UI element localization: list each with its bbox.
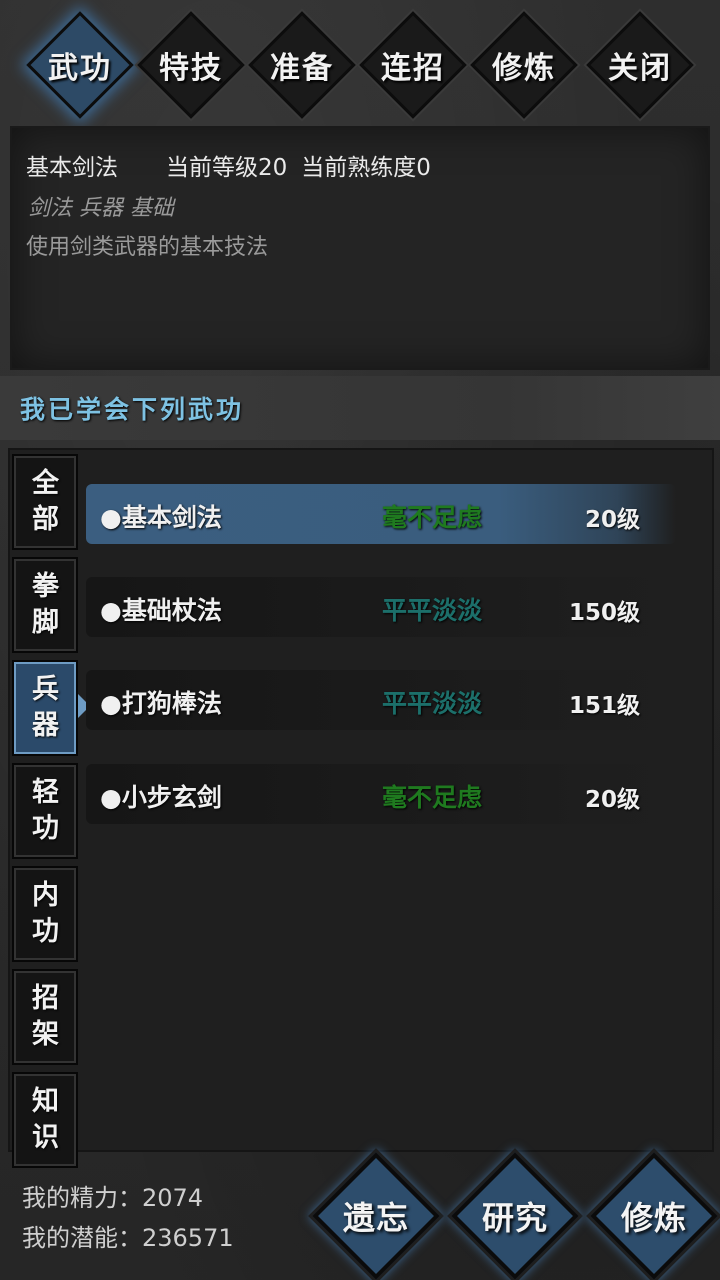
category-label: 内功 xyxy=(32,880,59,947)
button-label: 遗忘 xyxy=(342,1199,409,1237)
skill-rank: 毫不足虑 xyxy=(382,503,483,532)
category-label: 兵器 xyxy=(32,674,59,741)
category-all[interactable]: 全部 xyxy=(12,454,78,550)
skill-name: ●小步玄剑 xyxy=(100,783,222,812)
tab-label: 连招 xyxy=(381,51,445,86)
skill-row[interactable]: ●打狗棒法 平平淡淡 151级 xyxy=(86,670,676,730)
skill-info-level: 当前等级20 xyxy=(166,155,288,181)
skill-row[interactable]: ●基础杖法 平平淡淡 150级 xyxy=(86,577,676,637)
category-zhaojia[interactable]: 招架 xyxy=(12,969,78,1065)
skill-info-tags: 剑法 兵器 基础 xyxy=(28,196,174,221)
category-label: 全部 xyxy=(32,468,59,535)
tab-xiulian[interactable]: 修炼 xyxy=(470,11,578,119)
skill-info-description: 使用剑类武器的基本技法 xyxy=(26,235,269,260)
player-stats: 我的精力：2074 我的潜能：236571 xyxy=(22,1178,234,1258)
skill-list-panel: 全部 拳脚 兵器 轻功 内功 招架 知识 ●基本剑法 毫不足虑 20级 ●基础杖… xyxy=(8,448,714,1168)
category-label: 拳脚 xyxy=(32,571,59,638)
research-button[interactable]: 研究 xyxy=(451,1152,579,1280)
skill-name: ●基础杖法 xyxy=(100,596,222,625)
learned-header-bar: 我已学会下列武功 xyxy=(0,376,720,440)
skill-level: 20级 xyxy=(584,787,640,813)
category-label: 轻功 xyxy=(32,777,59,844)
energy-stat: 我的精力：2074 xyxy=(22,1184,204,1212)
tab-lianzhao[interactable]: 连招 xyxy=(359,11,467,119)
tab-teji[interactable]: 特技 xyxy=(137,11,245,119)
skill-name: ●基本剑法 xyxy=(100,503,222,532)
skill-level: 150级 xyxy=(568,600,640,626)
category-neigong[interactable]: 内功 xyxy=(12,866,78,962)
category-bingqi[interactable]: 兵器 xyxy=(12,660,90,756)
skill-info-header: 基本剑法 当前等级20 当前熟练度0 xyxy=(26,148,479,182)
skill-rank: 毫不足虑 xyxy=(382,783,483,812)
train-button[interactable]: 修炼 xyxy=(590,1152,718,1280)
skill-info-proficiency: 当前熟练度0 xyxy=(301,155,431,181)
category-label: 知识 xyxy=(32,1086,59,1153)
tab-label: 武功 xyxy=(48,51,112,86)
tab-label: 修炼 xyxy=(492,51,556,86)
skill-level: 151级 xyxy=(568,693,640,719)
category-qinggong[interactable]: 轻功 xyxy=(12,763,78,859)
tab-label: 准备 xyxy=(270,51,334,86)
category-zhishi[interactable]: 知识 xyxy=(12,1072,78,1168)
category-column: 全部 拳脚 兵器 轻功 内功 招架 知识 xyxy=(12,454,90,1175)
skill-row[interactable]: ●小步玄剑 毫不足虑 20级 xyxy=(86,764,676,824)
skill-level: 20级 xyxy=(584,507,640,533)
top-tab-bar: 武功 特技 准备 连招 修炼 关闭 xyxy=(0,0,720,125)
skill-row[interactable]: ●基本剑法 毫不足虑 20级 xyxy=(86,484,676,544)
learned-title: 我已学会下列武功 xyxy=(20,395,245,424)
tab-zhunbei[interactable]: 准备 xyxy=(248,11,356,119)
skill-info-panel: 基本剑法 当前等级20 当前熟练度0 剑法 兵器 基础 使用剑类武器的基本技法 xyxy=(10,126,710,370)
category-quanjiao[interactable]: 拳脚 xyxy=(12,557,78,653)
button-label: 研究 xyxy=(481,1199,548,1237)
skill-rank: 平平淡淡 xyxy=(382,596,483,625)
tab-wugong[interactable]: 武功 xyxy=(26,11,134,119)
forget-button[interactable]: 遗忘 xyxy=(312,1152,440,1280)
button-label: 修炼 xyxy=(620,1199,687,1237)
tab-label: 关闭 xyxy=(608,51,672,86)
skill-name: ●打狗棒法 xyxy=(100,689,222,718)
potential-stat: 我的潜能：236571 xyxy=(22,1224,234,1252)
category-label: 招架 xyxy=(32,983,59,1050)
close-tab-button[interactable]: 关闭 xyxy=(586,11,694,119)
skill-rank: 平平淡淡 xyxy=(382,689,483,718)
skill-info-name: 基本剑法 xyxy=(26,155,118,181)
tab-label: 特技 xyxy=(159,51,223,86)
